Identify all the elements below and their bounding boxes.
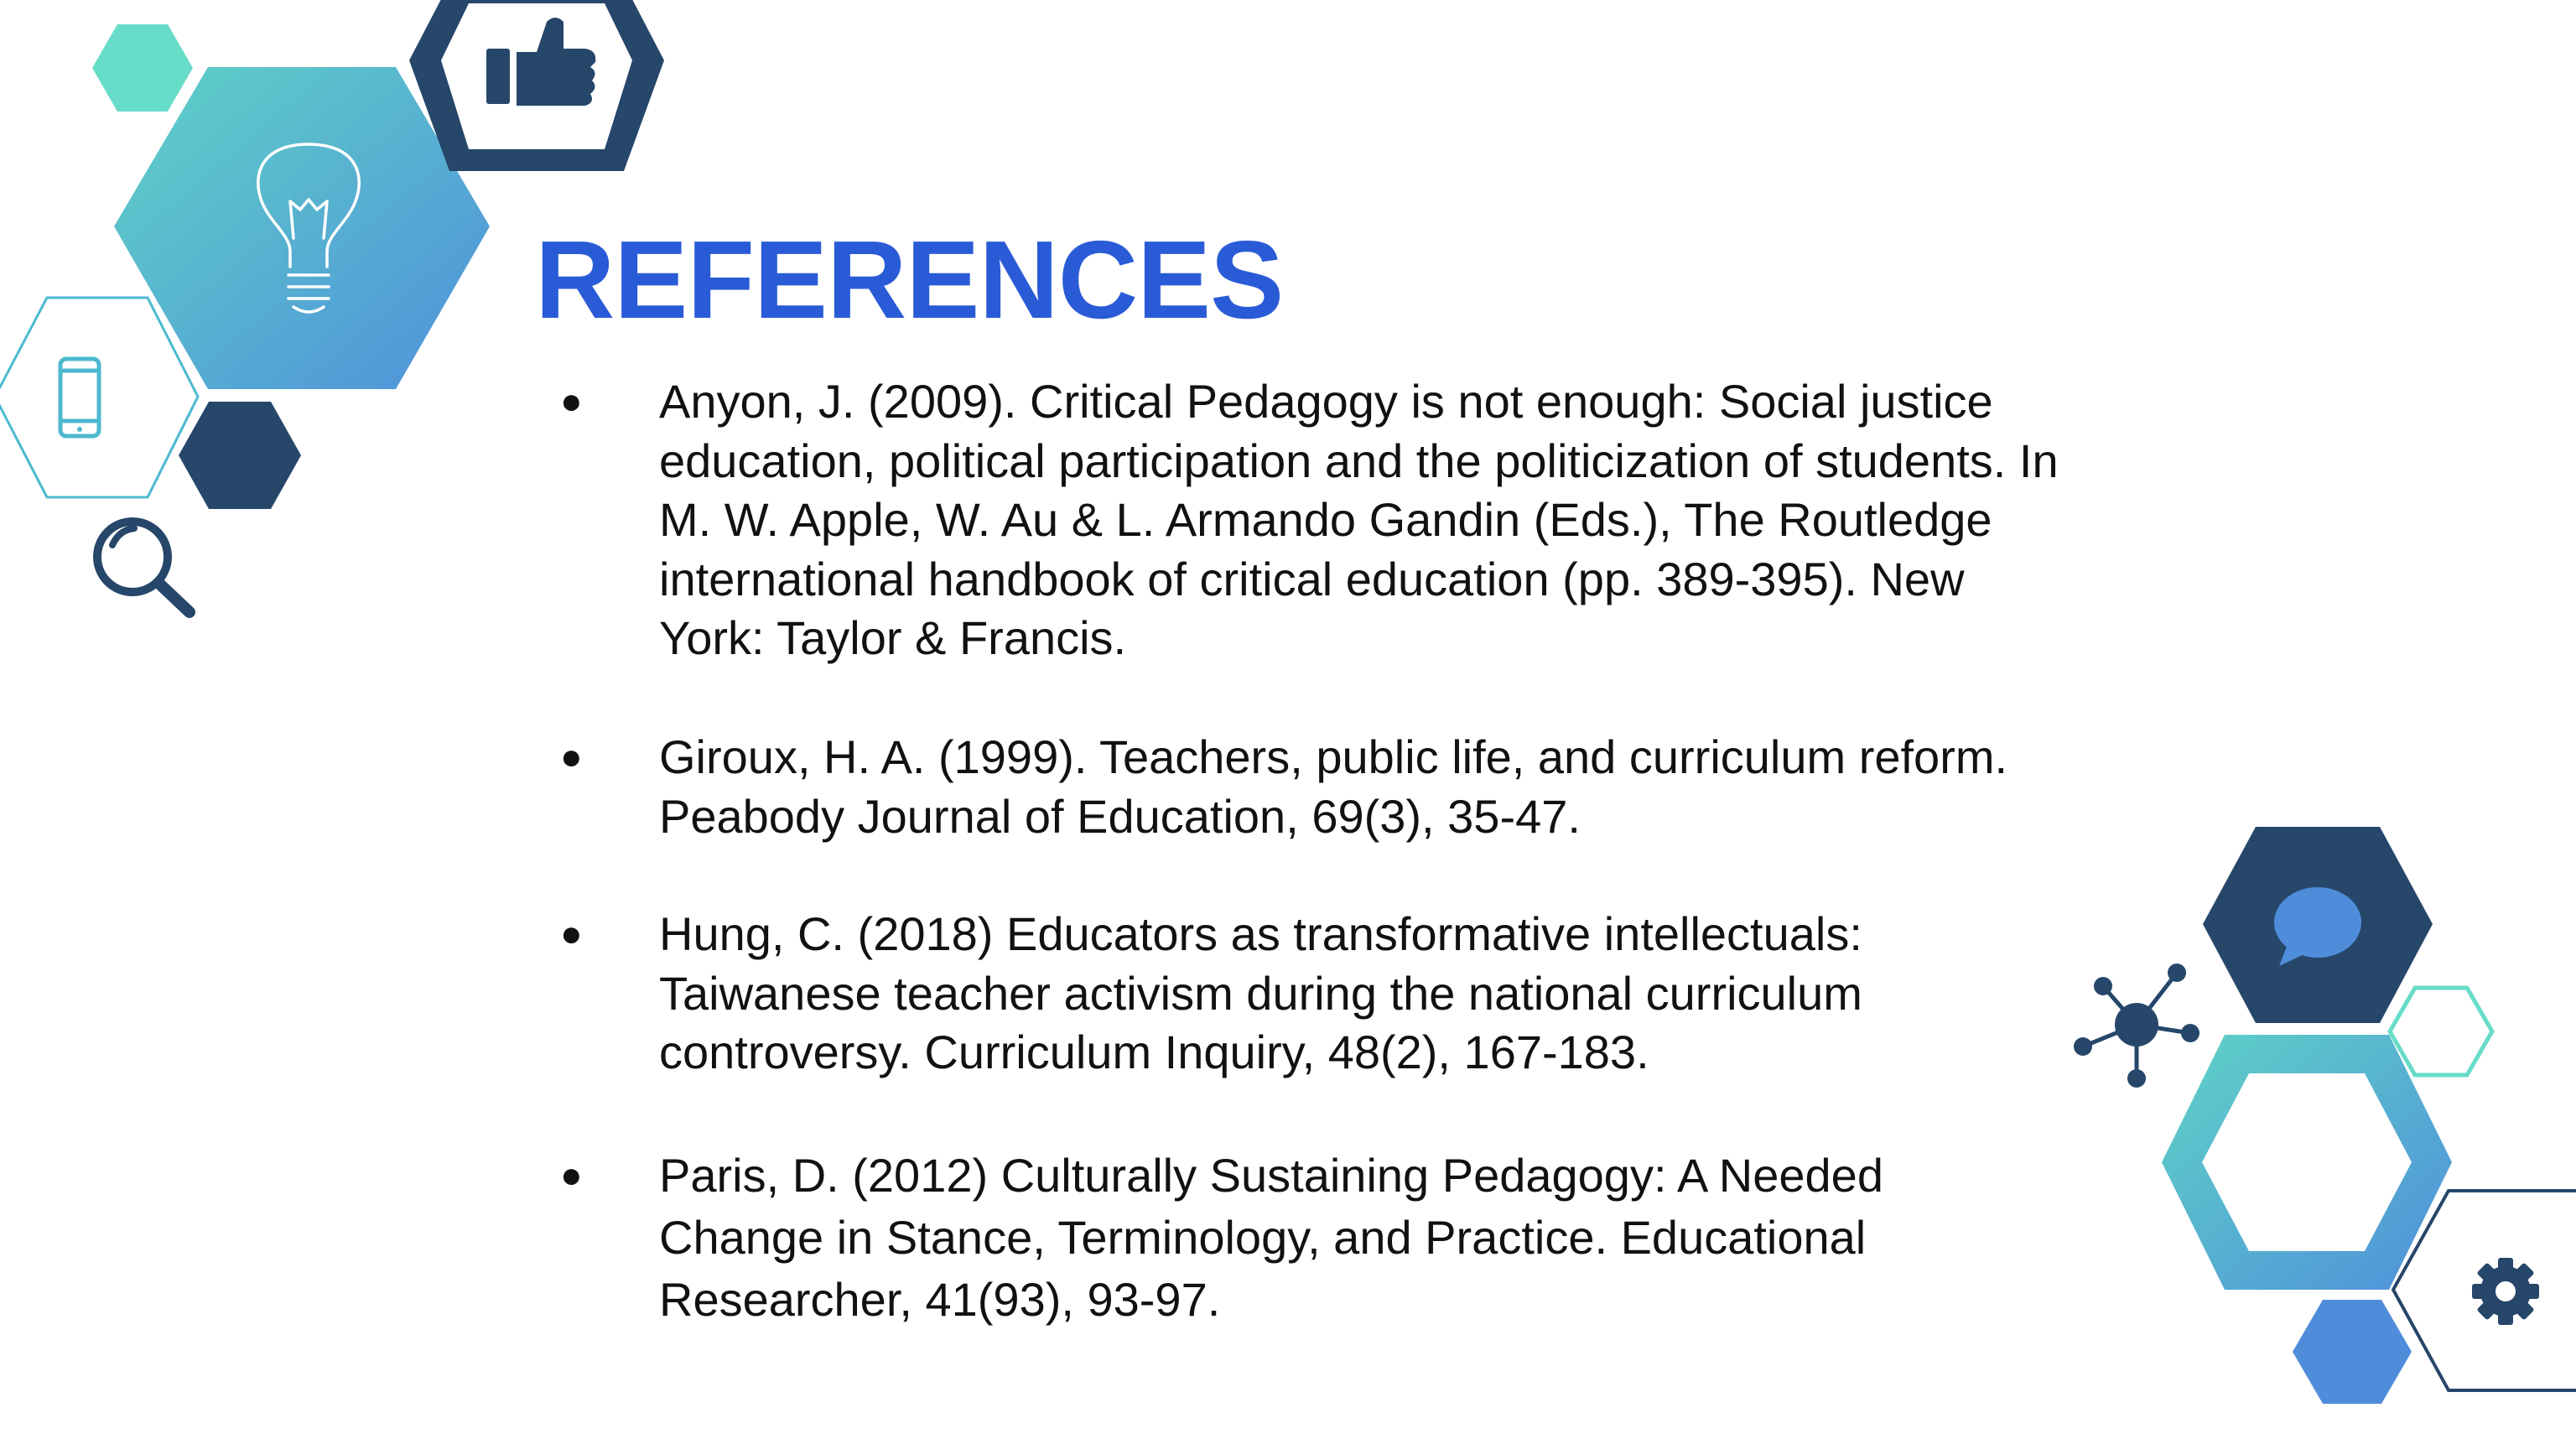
- reference-line: Hung, C. (2018) Educators as transformat…: [659, 907, 1862, 960]
- reference-list: ● Anyon, J. (2009). Critical Pedagogy is…: [0, 0, 2576, 1444]
- reference-line: Researcher, 41(93), 93-97.: [659, 1273, 1221, 1326]
- bullet-icon: ●: [560, 381, 583, 422]
- reference-line: controversy. Curriculum Inquiry, 48(2), …: [659, 1026, 1649, 1078]
- reference-line: York: Taylor & Francis.: [659, 611, 1127, 664]
- reference-text: Paris, D. (2012) Culturally Sustaining P…: [659, 1145, 2204, 1331]
- bullet-icon: ●: [560, 913, 583, 954]
- reference-text: Hung, C. (2018) Educators as transformat…: [659, 905, 2204, 1083]
- reference-line: Change in Stance, Terminology, and Pract…: [659, 1211, 1867, 1264]
- reference-text: Anyon, J. (2009). Critical Pedagogy is n…: [659, 372, 2204, 668]
- reference-line: Giroux, H. A. (1999). Teachers, public l…: [659, 730, 2008, 783]
- reference-line: Peabody Journal of Education, 69(3), 35-…: [659, 789, 1581, 843]
- reference-text: Giroux, H. A. (1999). Teachers, public l…: [659, 728, 2204, 846]
- reference-line: Taiwanese teacher activism during the na…: [659, 966, 1862, 1020]
- reference-line: education, political participation and t…: [659, 434, 2059, 487]
- reference-line: M. W. Apple, W. Au & L. Armando Gandin (…: [659, 493, 1992, 546]
- bullet-icon: ●: [560, 1155, 583, 1196]
- reference-line: Anyon, J. (2009). Critical Pedagogy is n…: [659, 375, 1993, 428]
- reference-line: international handbook of critical educa…: [659, 552, 1965, 605]
- slide: REFERENCES ● Anyon, J. (2009). Critical …: [0, 0, 2576, 1444]
- bullet-icon: ●: [560, 736, 583, 777]
- reference-line: Paris, D. (2012) Culturally Sustaining P…: [659, 1149, 1883, 1202]
